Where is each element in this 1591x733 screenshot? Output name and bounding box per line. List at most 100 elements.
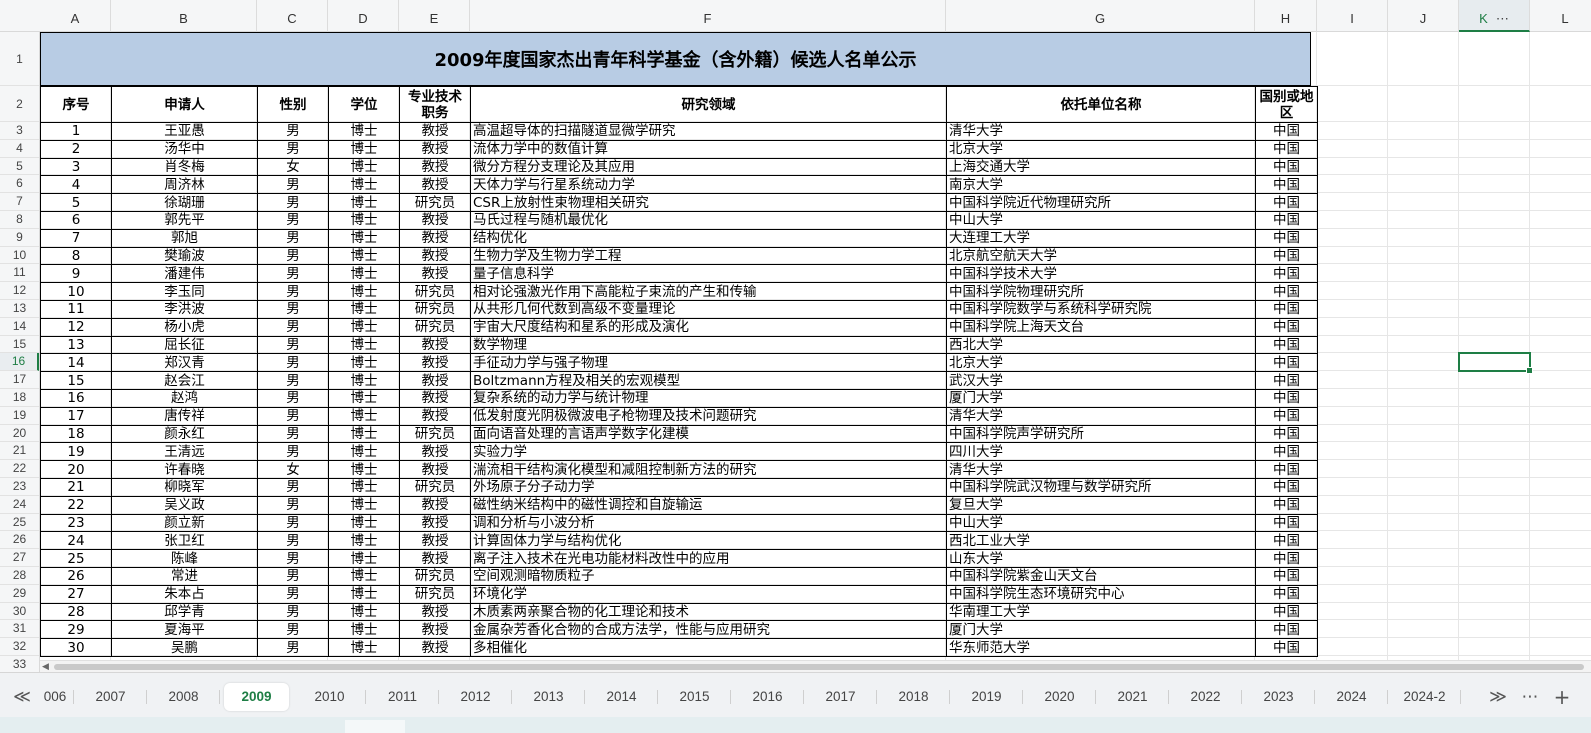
column-heading[interactable]: 研究领域 bbox=[470, 86, 947, 123]
table-cell[interactable]: 博士 bbox=[328, 317, 400, 337]
table-cell[interactable]: 中国 bbox=[1255, 442, 1318, 462]
table-cell[interactable]: 博士 bbox=[328, 513, 400, 533]
table-cell[interactable]: 中国 bbox=[1255, 139, 1318, 159]
table-cell[interactable]: 5 bbox=[40, 193, 112, 212]
table-cell[interactable]: 研究员 bbox=[399, 477, 471, 497]
table-cell[interactable]: 博士 bbox=[328, 139, 400, 159]
table-cell[interactable]: 博士 bbox=[328, 210, 400, 230]
table-cell[interactable]: 南京大学 bbox=[946, 175, 1256, 195]
table-cell[interactable]: 男 bbox=[257, 353, 329, 373]
table-cell[interactable]: 中国 bbox=[1255, 157, 1318, 177]
table-cell[interactable]: 金属杂芳香化合物的合成方法学，性能与应用研究 bbox=[470, 620, 947, 640]
table-cell[interactable]: 男 bbox=[257, 246, 329, 266]
table-cell[interactable]: 中国 bbox=[1255, 638, 1318, 657]
table-cell[interactable]: 教授 bbox=[399, 495, 471, 515]
table-cell[interactable]: 赵鸿 bbox=[111, 388, 258, 408]
table-cell[interactable]: 教授 bbox=[399, 335, 471, 355]
table-cell[interactable]: 流体力学中的数值计算 bbox=[470, 139, 947, 159]
row-header[interactable]: 30 bbox=[0, 603, 39, 621]
table-cell[interactable]: 低发射度光阴极微波电子枪物理及技术问题研究 bbox=[470, 406, 947, 426]
table-cell[interactable]: 李玉同 bbox=[111, 282, 258, 301]
table-cell[interactable]: 教授 bbox=[399, 157, 471, 177]
table-cell[interactable]: 朱本占 bbox=[111, 584, 258, 604]
table-cell[interactable]: 博士 bbox=[328, 638, 400, 657]
table-cell[interactable]: 8 bbox=[40, 246, 112, 266]
table-cell[interactable]: 博士 bbox=[328, 228, 400, 248]
table-cell[interactable]: 男 bbox=[257, 549, 329, 568]
sheet-tab-2016[interactable]: 2016 bbox=[731, 683, 804, 711]
table-cell[interactable]: 女 bbox=[257, 460, 329, 479]
table-cell[interactable]: 武汉大学 bbox=[946, 371, 1256, 390]
row-header[interactable]: 6 bbox=[0, 175, 39, 194]
table-cell[interactable]: 男 bbox=[257, 228, 329, 248]
table-cell[interactable]: 教授 bbox=[399, 353, 471, 373]
scrollbar-thumb[interactable] bbox=[54, 664, 1584, 670]
table-cell[interactable]: 徐瑚珊 bbox=[111, 193, 258, 212]
table-cell[interactable]: 男 bbox=[257, 638, 329, 657]
table-cell[interactable]: 中国 bbox=[1255, 495, 1318, 515]
table-cell[interactable]: 环境化学 bbox=[470, 584, 947, 604]
table-cell[interactable]: 男 bbox=[257, 566, 329, 586]
table-cell[interactable]: 男 bbox=[257, 424, 329, 444]
table-cell[interactable]: 男 bbox=[257, 264, 329, 284]
row-header[interactable]: 29 bbox=[0, 585, 39, 603]
table-cell[interactable]: 博士 bbox=[328, 246, 400, 266]
table-cell[interactable]: 中国科学院数学与系统科学研究院 bbox=[946, 299, 1256, 319]
table-cell[interactable]: 博士 bbox=[328, 122, 400, 141]
table-cell[interactable]: 4 bbox=[40, 175, 112, 195]
row-header[interactable]: 11 bbox=[0, 264, 39, 283]
table-cell[interactable]: 肖冬梅 bbox=[111, 157, 258, 177]
table-cell[interactable]: 中国 bbox=[1255, 549, 1318, 568]
table-cell[interactable]: 上海交通大学 bbox=[946, 157, 1256, 177]
table-cell[interactable]: 宇宙大尺度结构和星系的形成及演化 bbox=[470, 317, 947, 337]
table-cell[interactable]: 中国科学院紫金山天文台 bbox=[946, 566, 1256, 586]
row-header[interactable]: 25 bbox=[0, 514, 39, 532]
table-cell[interactable]: 木质素两亲聚合物的化工理论和技术 bbox=[470, 602, 947, 622]
table-cell[interactable]: 唐传祥 bbox=[111, 406, 258, 426]
table-cell[interactable]: 清华大学 bbox=[946, 460, 1256, 479]
column-menu-icon[interactable]: ⋯ bbox=[1496, 11, 1509, 26]
table-cell[interactable]: 男 bbox=[257, 388, 329, 408]
table-cell[interactable]: 30 bbox=[40, 638, 112, 657]
column-header-d[interactable]: D bbox=[328, 0, 399, 32]
table-cell[interactable]: 男 bbox=[257, 584, 329, 604]
table-cell[interactable]: 厦门大学 bbox=[946, 388, 1256, 408]
column-header-h[interactable]: H bbox=[1255, 0, 1317, 32]
table-cell[interactable]: 男 bbox=[257, 139, 329, 159]
table-cell[interactable]: 中国 bbox=[1255, 246, 1318, 266]
add-sheet-icon[interactable]: + bbox=[1548, 683, 1576, 711]
table-cell[interactable]: 18 bbox=[40, 424, 112, 444]
table-cell[interactable]: 博士 bbox=[328, 388, 400, 408]
table-cell[interactable]: 中国 bbox=[1255, 602, 1318, 622]
table-cell[interactable]: 教授 bbox=[399, 460, 471, 479]
sheet-tab-2018[interactable]: 2018 bbox=[877, 683, 950, 711]
column-header-c[interactable]: C bbox=[257, 0, 328, 32]
table-cell[interactable]: 计算固体力学与结构优化 bbox=[470, 531, 947, 551]
row-header[interactable]: 4 bbox=[0, 140, 39, 158]
table-cell[interactable]: 华东师范大学 bbox=[946, 638, 1256, 657]
row-header[interactable]: 31 bbox=[0, 620, 39, 639]
table-cell[interactable]: 中国 bbox=[1255, 584, 1318, 604]
row-header[interactable]: 9 bbox=[0, 229, 39, 247]
table-cell[interactable]: 结构优化 bbox=[470, 228, 947, 248]
table-cell[interactable]: 男 bbox=[257, 477, 329, 497]
table-cell[interactable]: 19 bbox=[40, 442, 112, 462]
table-cell[interactable]: 西北大学 bbox=[946, 335, 1256, 355]
table-cell[interactable]: 郭先平 bbox=[111, 210, 258, 230]
table-cell[interactable]: 中国 bbox=[1255, 175, 1318, 195]
table-cell[interactable]: 教授 bbox=[399, 139, 471, 159]
table-cell[interactable]: 中国 bbox=[1255, 460, 1318, 479]
table-cell[interactable]: 赵会江 bbox=[111, 371, 258, 390]
table-cell[interactable]: 中国 bbox=[1255, 335, 1318, 355]
table-cell[interactable]: 常进 bbox=[111, 566, 258, 586]
row-header[interactable]: 15 bbox=[0, 336, 39, 354]
table-cell[interactable]: 杨小虎 bbox=[111, 317, 258, 337]
more-sheets-icon[interactable]: ⋯ bbox=[1516, 683, 1544, 711]
table-cell[interactable]: 中国科学院物理研究所 bbox=[946, 282, 1256, 301]
row-header[interactable]: 13 bbox=[0, 300, 39, 318]
table-cell[interactable]: 实验力学 bbox=[470, 442, 947, 462]
sheet-tab-2022[interactable]: 2022 bbox=[1169, 683, 1242, 711]
row-header[interactable]: 14 bbox=[0, 318, 39, 336]
table-cell[interactable]: 生物力学及生物力学工程 bbox=[470, 246, 947, 266]
table-cell[interactable]: 男 bbox=[257, 495, 329, 515]
